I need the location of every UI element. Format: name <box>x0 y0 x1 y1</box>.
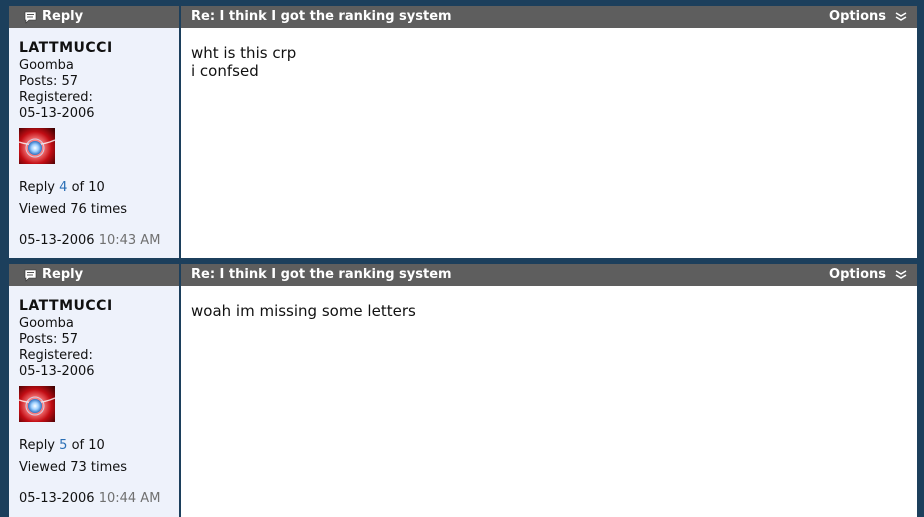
post-date: 05-13-2006 <box>19 491 95 506</box>
post-message: woah im missing some letters <box>191 302 416 320</box>
view-count: Viewed 76 times <box>19 202 128 217</box>
post-time: 10:44 AM <box>98 491 161 506</box>
speech-bubble-icon <box>24 11 37 24</box>
post-title: Re: I think I got the ranking system <box>191 267 452 282</box>
double-chevron-down-icon <box>895 12 907 22</box>
forum-post: Reply Re: I think I got the ranking syst… <box>9 6 917 258</box>
options-button[interactable]: Options <box>829 6 907 28</box>
reply-position-prefix: Reply <box>19 438 56 453</box>
post-timestamp: 05-13-2006 10:43 AM <box>19 233 160 249</box>
reply-button[interactable]: Reply <box>24 264 83 286</box>
reply-button-label: Reply <box>42 267 84 282</box>
options-button-label: Options <box>829 267 886 282</box>
post-date: 05-13-2006 <box>19 233 95 248</box>
author-rank: Goomba <box>19 58 74 73</box>
post-title: Re: I think I got the ranking system <box>191 9 452 24</box>
author-panel: LATTMUCCI Goomba Posts: 57 Registered: 0… <box>9 286 179 517</box>
author-panel: LATTMUCCI Goomba Posts: 57 Registered: 0… <box>9 28 179 258</box>
reply-position: Reply 4 of 10 <box>19 180 105 196</box>
author-registered-date: 05-13-2006 <box>19 364 95 379</box>
author-post-count: Posts: 57 <box>19 332 79 347</box>
reply-position: Reply 5 of 10 <box>19 438 105 454</box>
author-registered-date: 05-13-2006 <box>19 106 95 121</box>
reply-number-link[interactable]: 4 <box>59 180 67 195</box>
post-header-left: Reply <box>9 6 179 28</box>
post-body: woah im missing some letters <box>181 286 917 517</box>
speech-bubble-icon <box>24 269 37 282</box>
post-body: wht is this crp i confsed <box>181 28 917 258</box>
reply-position-suffix: of 10 <box>71 180 105 195</box>
author-post-count: Posts: 57 <box>19 74 79 89</box>
author-username[interactable]: LATTMUCCI <box>19 298 113 314</box>
post-header-left: Reply <box>9 264 179 286</box>
options-button[interactable]: Options <box>829 264 907 286</box>
post-header-right: Re: I think I got the ranking system Opt… <box>181 264 917 286</box>
author-username[interactable]: LATTMUCCI <box>19 40 113 56</box>
reply-position-suffix: of 10 <box>71 438 105 453</box>
post-header-right: Re: I think I got the ranking system Opt… <box>181 6 917 28</box>
reply-number-link[interactable]: 5 <box>59 438 67 453</box>
forum-post: Reply Re: I think I got the ranking syst… <box>9 264 917 517</box>
author-registered-label: Registered: <box>19 348 93 363</box>
post-time: 10:43 AM <box>98 233 161 248</box>
reply-position-prefix: Reply <box>19 180 56 195</box>
author-rank: Goomba <box>19 316 74 331</box>
avatar[interactable] <box>19 128 55 164</box>
post-timestamp: 05-13-2006 10:44 AM <box>19 491 160 507</box>
author-registered-label: Registered: <box>19 90 93 105</box>
post-message-line: woah im missing some letters <box>191 302 416 320</box>
reply-button-label: Reply <box>42 9 84 24</box>
post-message: wht is this crp i confsed <box>191 44 296 80</box>
view-count: Viewed 73 times <box>19 460 128 475</box>
double-chevron-down-icon <box>895 270 907 280</box>
post-message-line: wht is this crp <box>191 44 297 62</box>
reply-button[interactable]: Reply <box>24 6 83 28</box>
post-message-line: i confsed <box>191 62 259 80</box>
avatar[interactable] <box>19 386 55 422</box>
options-button-label: Options <box>829 9 886 24</box>
